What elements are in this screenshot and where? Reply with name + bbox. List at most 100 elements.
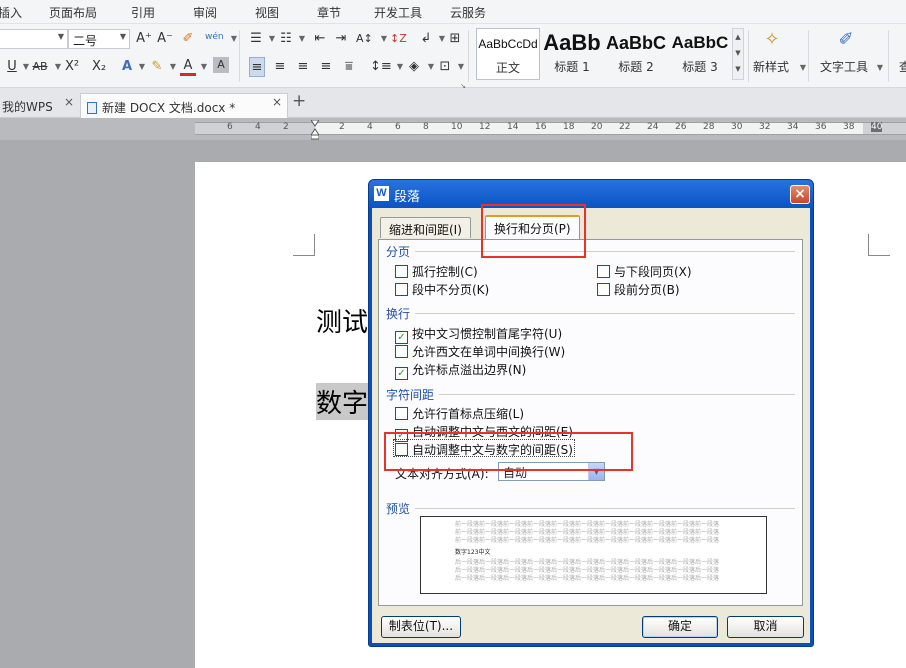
- chevron-down-icon[interactable]: ▼: [735, 49, 740, 57]
- increase-indent-icon[interactable]: ⇥: [333, 29, 349, 49]
- checkbox-box[interactable]: [395, 407, 408, 420]
- highlight-pen-icon[interactable]: ✎: [149, 57, 165, 77]
- keep-with-next-checkbox[interactable]: 与下段同页(X): [597, 263, 692, 279]
- text-effect-icon[interactable]: A: [119, 57, 135, 77]
- new-tab-icon[interactable]: +: [292, 91, 306, 111]
- style-heading-2[interactable]: AaBbC 标题 2: [604, 28, 668, 80]
- tab-my-wps[interactable]: 我的WPS: [0, 93, 59, 118]
- ribbon-separator: [808, 30, 809, 82]
- clear-format-icon[interactable]: ✐: [180, 29, 196, 49]
- table-icon[interactable]: ⊞: [447, 29, 463, 49]
- close-icon[interactable]: ×: [64, 95, 74, 109]
- char-shading-button[interactable]: A: [213, 57, 229, 73]
- tab-document[interactable]: 新建 DOCX 文档.docx *: [80, 93, 288, 118]
- justify-icon[interactable]: ≡: [318, 57, 334, 77]
- keep-lines-together-checkbox[interactable]: 段中不分页(K): [395, 281, 489, 297]
- checkbox-box[interactable]: [597, 265, 610, 278]
- style-sample: AaBbC: [605, 33, 666, 53]
- tabs-button[interactable]: 制表位(T)...: [381, 616, 461, 638]
- chevron-down-icon[interactable]: ▼: [453, 57, 469, 77]
- text-tools-button[interactable]: 文字工具: [820, 57, 868, 77]
- phonetic-guide-button[interactable]: wén: [205, 27, 224, 47]
- style-heading-3[interactable]: AaBbC 标题 3: [668, 28, 732, 80]
- hanging-punctuation-checkbox[interactable]: ✓ 允许标点溢出边界(N): [395, 361, 526, 380]
- checkbox-box[interactable]: [395, 345, 408, 358]
- document-line-2[interactable]: 数字: [316, 383, 369, 420]
- style-normal[interactable]: AaBbCcDd 正文: [476, 28, 540, 80]
- cancel-button[interactable]: 取消: [727, 616, 804, 638]
- chevron-down-icon[interactable]: ▼: [294, 29, 310, 49]
- align-center-icon[interactable]: ≡: [272, 57, 288, 77]
- superscript-button[interactable]: X²: [64, 57, 80, 77]
- menu-review[interactable]: 审阅: [193, 4, 217, 21]
- tab-document-label: 新建 DOCX 文档.docx *: [102, 101, 236, 115]
- find-button[interactable]: 查: [897, 57, 906, 77]
- margin-corner-mark: [293, 234, 315, 256]
- horizontal-ruler[interactable]: 6 4 2 2 4 6 8 10 12 14 16 18 20 22 24 26 28 30 32 34 36 38 40: [195, 122, 906, 135]
- decrease-indent-icon[interactable]: ⇤: [312, 29, 328, 49]
- bullet-list-icon[interactable]: ☰: [248, 29, 264, 49]
- page-break-before-checkbox[interactable]: 段前分页(B): [597, 281, 680, 297]
- chevron-down-icon[interactable]: ▼: [134, 57, 150, 77]
- word-wrap-checkbox[interactable]: 允许西文在单词中间换行(W): [395, 343, 566, 359]
- strikethrough-button[interactable]: AB: [32, 57, 48, 77]
- font-name-combo[interactable]: ▼: [0, 29, 68, 49]
- checkbox-box[interactable]: [597, 283, 610, 296]
- menu-view[interactable]: 视图: [255, 4, 279, 21]
- checkbox-box[interactable]: ✓: [395, 367, 408, 380]
- asian-rules-checkbox[interactable]: ✓ 按中文习惯控制首尾字符(U): [395, 325, 562, 344]
- compress-punctuation-checkbox[interactable]: 允许行首标点压缩(L): [395, 405, 524, 421]
- grow-font-button[interactable]: A⁺: [136, 29, 152, 49]
- checkbox-box[interactable]: [395, 283, 408, 296]
- sort-icon[interactable]: ↕Z: [390, 29, 407, 49]
- distributed-icon[interactable]: ⩸: [341, 57, 357, 77]
- align-left-icon[interactable]: ≡: [249, 57, 265, 77]
- close-icon[interactable]: ×: [272, 95, 282, 109]
- menu-developer[interactable]: 开发工具: [374, 4, 422, 21]
- dialog-close-button[interactable]: ×: [790, 185, 810, 204]
- align-right-icon[interactable]: ≡: [295, 57, 311, 77]
- style-name: 标题 3: [682, 60, 718, 74]
- font-color-button[interactable]: A: [180, 57, 196, 76]
- indent-marker-icon[interactable]: [311, 120, 319, 140]
- tab-indent-spacing[interactable]: 缩进和间距(I): [380, 217, 471, 238]
- word-wrap-label: 允许西文在单词中间换行(W): [412, 345, 566, 359]
- font-size-value: 二号: [73, 34, 98, 48]
- menu-chapter[interactable]: 章节: [317, 4, 341, 21]
- new-style-button[interactable]: 新样式: [753, 57, 789, 77]
- dialog-titlebar[interactable]: W 段落 ×: [369, 180, 813, 208]
- chinese-layout-icon[interactable]: A↕: [356, 29, 373, 49]
- ruler-number: 20: [591, 122, 603, 132]
- ruler-number: 2: [283, 122, 289, 132]
- style-name: 标题 2: [618, 60, 654, 74]
- ruler-number: 8: [423, 122, 429, 132]
- menu-references[interactable]: 引用: [131, 4, 155, 21]
- style-gallery-scroll[interactable]: ▲ ▼ ▼: [732, 28, 744, 80]
- widow-control-checkbox[interactable]: 孤行控制(C): [395, 263, 478, 279]
- chevron-down-icon[interactable]: ▼: [196, 57, 212, 77]
- show-marks-icon[interactable]: ↲: [418, 29, 434, 49]
- borders-icon[interactable]: ⊡: [437, 57, 453, 77]
- font-size-combo[interactable]: 二号 ▼: [68, 29, 130, 49]
- ok-button[interactable]: 确定: [642, 616, 718, 638]
- menu-cloud[interactable]: 云服务: [450, 4, 486, 21]
- shrink-font-button[interactable]: A⁻: [157, 29, 173, 49]
- numbered-list-icon[interactable]: ☷: [278, 29, 294, 49]
- menu-insert[interactable]: 插入: [0, 4, 22, 21]
- gallery-expand-icon[interactable]: ▼: [735, 65, 740, 73]
- chevron-down-icon[interactable]: ▼: [872, 58, 888, 78]
- subscript-button[interactable]: X₂: [91, 57, 107, 77]
- chevron-down-icon[interactable]: ▼: [165, 57, 181, 77]
- menu-page-layout[interactable]: 页面布局: [49, 4, 97, 21]
- preview-box: 前一段落前一段落前一段落前一段落前一段落前一段落前一段落前一段落前一段落前一段落…: [420, 516, 767, 594]
- checkbox-box[interactable]: [395, 265, 408, 278]
- paragraph-shading-icon[interactable]: ◈: [406, 57, 422, 77]
- style-heading-1[interactable]: AaBb 标题 1: [540, 28, 604, 80]
- chevron-up-icon[interactable]: ▲: [735, 33, 740, 41]
- text-tools-icon[interactable]: ✐: [838, 30, 854, 50]
- preview-sample-text: 数字123中文: [455, 549, 491, 556]
- new-style-icon[interactable]: ✧: [764, 30, 780, 50]
- document-line-1[interactable]: 测试: [316, 302, 368, 339]
- ruler-number: 32: [759, 122, 771, 132]
- line-spacing-icon[interactable]: ↕≡: [370, 57, 392, 77]
